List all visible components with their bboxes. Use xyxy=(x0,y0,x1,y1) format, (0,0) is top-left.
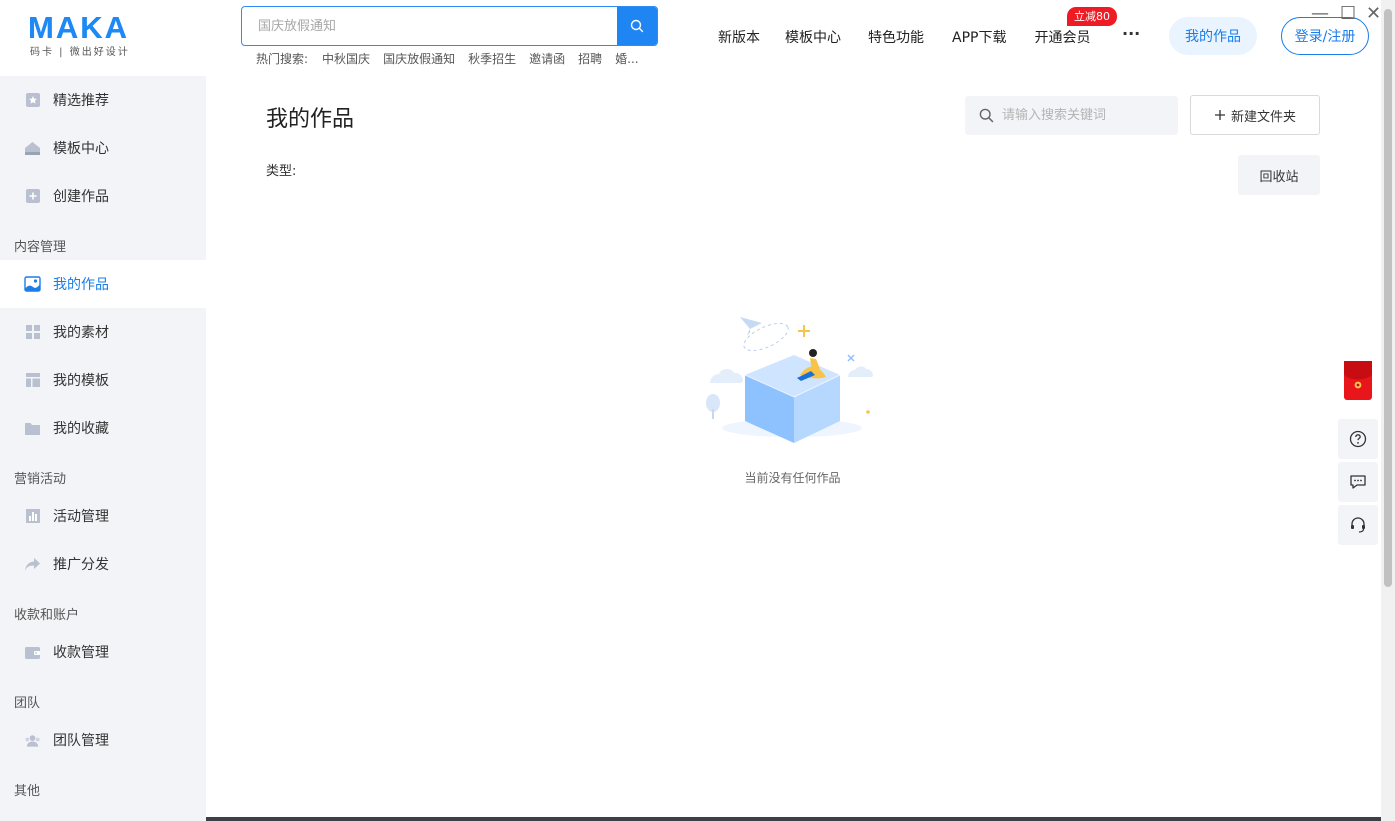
nav-vip[interactable]: 开通会员 xyxy=(1034,27,1090,47)
grid-icon xyxy=(24,324,41,341)
sidebar-item-label: 我的作品 xyxy=(53,274,109,294)
wallet-icon xyxy=(24,644,41,661)
works-search xyxy=(965,96,1178,135)
sidebar-item-payment-management[interactable]: 收款管理 xyxy=(0,628,206,676)
sidebar-item-label: 推广分发 xyxy=(53,554,109,574)
type-filter-label: 类型: xyxy=(266,160,296,179)
sidebar-item-label: 收款管理 xyxy=(53,642,109,662)
sidebar-item-label: 模板中心 xyxy=(53,138,109,158)
template-search xyxy=(241,6,658,46)
logo-brand: MAKA xyxy=(28,12,148,44)
nav-new-version[interactable]: 新版本 xyxy=(718,27,760,47)
hot-search-item[interactable]: 婚... xyxy=(615,50,638,67)
hot-search-item[interactable]: 招聘 xyxy=(578,50,602,67)
hot-search-bar: 热门搜索: 中秋国庆 国庆放假通知 秋季招生 邀请函 招聘 婚... xyxy=(256,50,652,67)
nav-template-center[interactable]: 模板中心 xyxy=(785,27,841,47)
sidebar-item-my-templates[interactable]: 我的模板 xyxy=(0,356,206,404)
sidebar-group-title: 团队 xyxy=(14,692,40,711)
sidebar-item-label: 我的素材 xyxy=(53,322,109,342)
top-header: MAKA 码卡 | 微出好设计 热门搜索: 中秋国庆 国庆放假通知 秋季招生 邀… xyxy=(0,0,1381,76)
feedback-icon xyxy=(1349,473,1367,491)
search-icon xyxy=(979,108,994,123)
plus-icon xyxy=(1214,109,1226,121)
sidebar-group-title: 营销活动 xyxy=(14,468,66,487)
sidebar-item-my-works[interactable]: 我的作品 xyxy=(0,260,206,308)
sidebar-item-featured[interactable]: 精选推荐 xyxy=(0,76,206,124)
window-close-button[interactable]: ✕ xyxy=(1366,3,1381,24)
sidebar-item-label: 活动管理 xyxy=(53,506,109,526)
sidebar-item-label: 我的模板 xyxy=(53,370,109,390)
featured-icon xyxy=(24,92,41,109)
vertical-scrollbar[interactable] xyxy=(1381,0,1395,821)
search-button[interactable] xyxy=(617,7,657,45)
works-search-input[interactable] xyxy=(994,97,1164,134)
top-nav: 新版本 模板中心 特色功能 APP下载 开通会员 xyxy=(718,27,1090,47)
help-icon xyxy=(1349,430,1367,448)
create-icon xyxy=(24,188,41,205)
sidebar-item-label: 创建作品 xyxy=(53,186,109,206)
vip-discount-badge: 立减80 xyxy=(1067,7,1117,26)
feedback-button[interactable] xyxy=(1338,462,1378,502)
sidebar: 精选推荐 模板中心 创建作品 内容管理 我的作品 我的素材 我的模板 xyxy=(0,76,206,821)
sidebar-item-my-materials[interactable]: 我的素材 xyxy=(0,308,206,356)
red-packet-icon xyxy=(1344,361,1372,400)
logo-slogan: 码卡 | 微出好设计 xyxy=(28,43,148,58)
sidebar-item-label: 精选推荐 xyxy=(53,90,109,110)
image-icon xyxy=(24,276,41,293)
window-maximize-button[interactable]: ☐ xyxy=(1340,3,1356,24)
hot-search-label: 热门搜索: xyxy=(256,50,308,67)
sidebar-item-template-center[interactable]: 模板中心 xyxy=(0,124,206,172)
hot-search-item[interactable]: 邀请函 xyxy=(529,50,565,67)
sidebar-item-my-favorites[interactable]: 我的收藏 xyxy=(0,404,206,452)
empty-state-text: 当前没有任何作品 xyxy=(700,469,885,486)
sidebar-group-title: 内容管理 xyxy=(14,236,66,255)
folder-icon xyxy=(24,420,41,437)
customer-service-icon xyxy=(1349,516,1367,534)
my-works-button[interactable]: 我的作品 xyxy=(1169,17,1257,55)
new-folder-button[interactable]: 新建文件夹 xyxy=(1190,95,1320,135)
customer-service-button[interactable] xyxy=(1338,505,1378,545)
sidebar-item-create[interactable]: 创建作品 xyxy=(0,172,206,220)
scrollbar-thumb[interactable] xyxy=(1384,9,1392,587)
hot-search-item[interactable]: 秋季招生 xyxy=(468,50,516,67)
recycle-bin-button[interactable]: 回收站 xyxy=(1238,155,1320,195)
red-packet-button[interactable] xyxy=(1344,361,1372,400)
nav-features[interactable]: 特色功能 xyxy=(868,27,924,47)
sidebar-item-activity-management[interactable]: 活动管理 xyxy=(0,492,206,540)
nav-app-download[interactable]: APP下载 xyxy=(952,27,1006,47)
sidebar-item-label: 我的收藏 xyxy=(53,418,109,438)
empty-box-illustration xyxy=(700,305,880,455)
sidebar-group-title: 收款和账户 xyxy=(14,604,79,623)
maka-logo[interactable]: MAKA 码卡 | 微出好设计 xyxy=(28,12,148,60)
sidebar-item-promotion[interactable]: 推广分发 xyxy=(0,540,206,588)
hot-search-item[interactable]: 中秋国庆 xyxy=(322,50,370,67)
bar-chart-icon xyxy=(24,508,41,525)
share-icon xyxy=(24,556,41,573)
new-folder-label: 新建文件夹 xyxy=(1231,106,1296,125)
template-center-icon xyxy=(24,140,41,157)
bottom-edge-bar xyxy=(206,817,1381,821)
more-menu-button[interactable]: ··· xyxy=(1122,24,1140,43)
sidebar-item-team-management[interactable]: 团队管理 xyxy=(0,716,206,764)
layout-icon xyxy=(24,372,41,389)
sidebar-group-title: 其他 xyxy=(14,780,40,799)
window-minimize-button[interactable]: — xyxy=(1311,3,1329,24)
template-search-input[interactable] xyxy=(242,7,612,45)
sidebar-item-label: 团队管理 xyxy=(53,730,109,750)
search-icon xyxy=(630,19,644,33)
hot-search-item[interactable]: 国庆放假通知 xyxy=(383,50,455,67)
team-icon xyxy=(24,732,41,749)
page-title: 我的作品 xyxy=(266,101,354,133)
help-button[interactable] xyxy=(1338,419,1378,459)
